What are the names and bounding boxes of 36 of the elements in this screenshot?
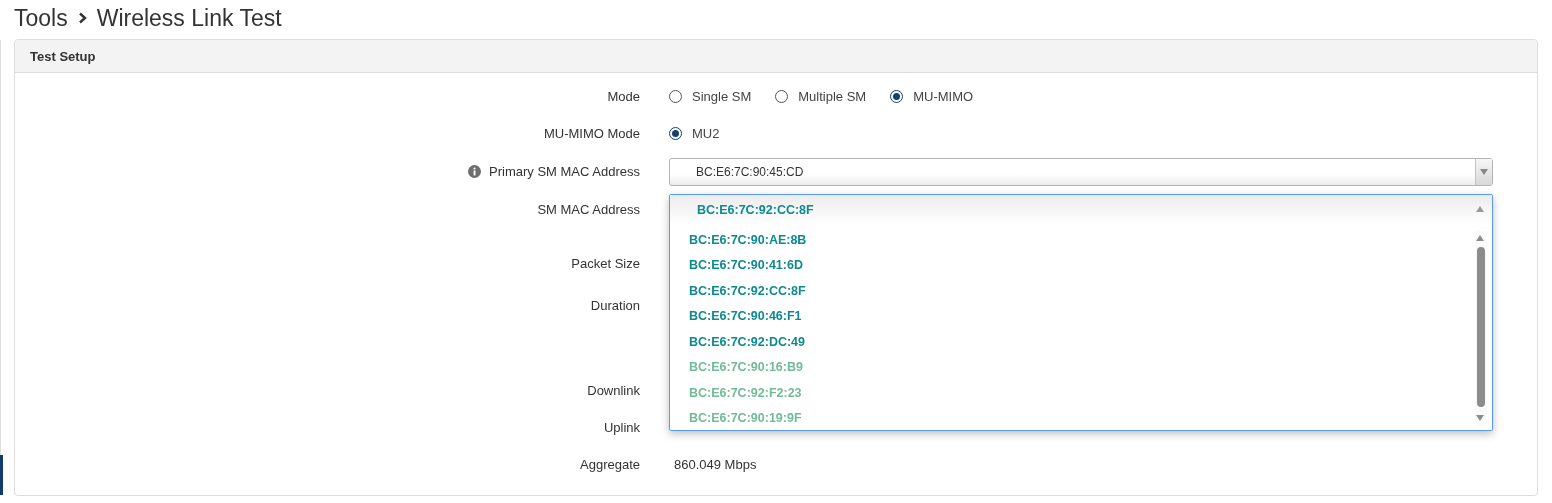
breadcrumb-link[interactable]: Tools [14,4,68,32]
field-label: Primary SM MAC Address [489,164,640,179]
dropdown-option[interactable]: BC:E6:7C:90:41:6D [689,258,803,273]
dropdown-option[interactable]: BC:E6:7C:92:DC:49 [689,334,805,349]
radio-label[interactable]: MU2 [692,126,720,141]
field-label: Packet Size [571,255,640,271]
mac-address-select[interactable]: BC:E6:7C:90:45:CD [669,157,1493,186]
dropdown-option[interactable]: BC:E6:7C:92:CC:8F [689,283,806,298]
field-label: MU-MIMO Mode [543,126,640,141]
field-label: Aggregate [580,457,640,472]
dropdown-option[interactable]: BC:E6:7C:90:19:9F [689,411,802,426]
panel-title: Test Setup [30,48,96,64]
sidebar-marker [0,455,3,495]
radio-label[interactable]: Single SM [692,89,752,104]
page-title: Wireless Link Test [96,4,282,32]
field-value: 860.049 Mbps [674,457,757,472]
dropdown-option[interactable]: BC:E6:7C:90:46:F1 [689,309,802,324]
field-label: Downlink [587,383,640,398]
up-arrow-icon[interactable] [1476,235,1484,241]
radio-label[interactable]: MU-MIMO [913,89,974,104]
down-arrow-icon[interactable] [1480,168,1488,175]
field-label: Duration [590,298,640,313]
chevron-icon [77,12,87,24]
down-arrow-icon[interactable] [1476,415,1484,421]
radio-label[interactable]: Multiple SM [798,89,867,104]
dropdown-option[interactable]: BC:E6:7C:90:AE:8B [689,232,807,247]
dropdown-option[interactable]: BC:E6:7C:90:16:B9 [689,360,803,375]
field-label: Mode [607,89,640,104]
dropdown-option[interactable]: BC:E6:7C:92:F2:23 [689,385,802,400]
field-label: SM MAC Address [537,202,640,217]
scrollbar[interactable] [1475,231,1487,425]
info-icon[interactable] [468,165,481,178]
field-label: Uplink [603,420,640,435]
selected-value: BC:E6:7C:92:CC:8F [697,203,814,217]
up-arrow-icon[interactable] [1476,206,1484,212]
mac-address-dropdown[interactable]: BC:E6:7C:92:CC:8F BC:E6:7C:90:AE:8B BC:E6:7C:90:41:6D BC:E6:7C:92:CC:8F BC:E6:7C:90:46:F1 BC:E6:7C:92:DC:49 BC:E6:7C:90:16:B9 BC:E6:7C:92:F2:23 BC:E6:7C:90:19:9F [669,194,1493,431]
